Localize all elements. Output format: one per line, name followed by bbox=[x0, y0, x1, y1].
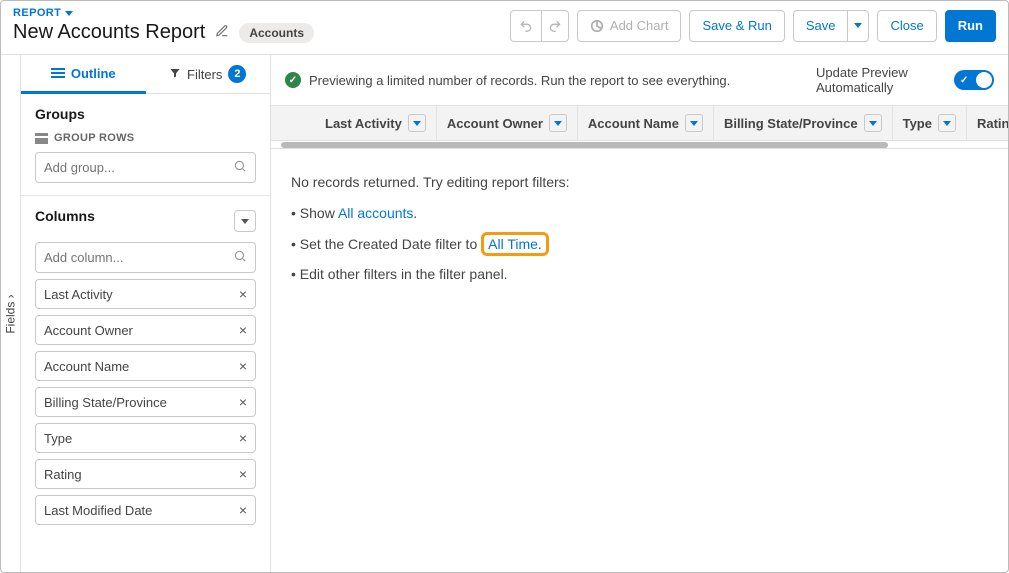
column-chip[interactable]: Account Owner × bbox=[35, 315, 256, 345]
column-chip[interactable]: Billing State/Province × bbox=[35, 387, 256, 417]
caret-down-icon bbox=[65, 11, 73, 16]
column-chip[interactable]: Last Activity × bbox=[35, 279, 256, 309]
report-type-breadcrumb[interactable]: REPORT bbox=[13, 7, 314, 19]
column-chip[interactable]: Type × bbox=[35, 423, 256, 453]
table-header-row: Last Activity Account Owner Account Name Bi… bbox=[271, 105, 1008, 141]
save-menu-button[interactable] bbox=[847, 10, 869, 42]
close-button[interactable]: Close bbox=[877, 10, 936, 42]
column-chip-label: Type bbox=[44, 431, 72, 446]
search-icon bbox=[233, 159, 247, 176]
tab-filters[interactable]: Filters 2 bbox=[146, 55, 271, 93]
remove-column-icon[interactable]: × bbox=[239, 358, 247, 374]
column-menu-button[interactable] bbox=[938, 114, 956, 132]
column-menu-button[interactable] bbox=[864, 114, 882, 132]
remove-column-icon[interactable]: × bbox=[239, 286, 247, 302]
remove-column-icon[interactable]: × bbox=[239, 502, 247, 518]
column-chip-label: Last Modified Date bbox=[44, 503, 152, 518]
columns-menu-button[interactable] bbox=[234, 210, 256, 232]
chevron-down-icon bbox=[241, 219, 249, 224]
auto-preview-toggle[interactable] bbox=[954, 70, 994, 90]
search-icon bbox=[233, 249, 247, 266]
preview-message: ✓ Previewing a limited number of records… bbox=[285, 72, 730, 88]
table-header[interactable]: Billing State/Province bbox=[714, 106, 893, 140]
fields-rail[interactable]: Fields › bbox=[1, 55, 21, 572]
add-chart-button[interactable]: Add Chart bbox=[577, 10, 682, 42]
redo-button[interactable] bbox=[541, 10, 569, 42]
empty-lead: No records returned. Try editing report … bbox=[291, 167, 988, 198]
filter-count-badge: 2 bbox=[228, 65, 246, 83]
save-run-button[interactable]: Save & Run bbox=[689, 10, 784, 42]
rows-icon bbox=[35, 133, 48, 144]
link-all-time[interactable]: All Time bbox=[488, 236, 538, 252]
link-all-accounts[interactable]: All accounts bbox=[338, 205, 413, 221]
undo-redo-group bbox=[510, 10, 569, 42]
save-button[interactable]: Save bbox=[793, 10, 848, 42]
horizontal-scrollbar[interactable] bbox=[271, 141, 1008, 149]
remove-column-icon[interactable]: × bbox=[239, 322, 247, 338]
remove-column-icon[interactable]: × bbox=[239, 466, 247, 482]
table-header[interactable]: Account Name bbox=[578, 106, 714, 140]
check-icon: ✓ bbox=[285, 72, 301, 88]
column-chip-label: Billing State/Province bbox=[44, 395, 167, 410]
group-rows-label: GROUP ROWS bbox=[35, 132, 256, 144]
empty-line-other: • Edit other filters in the filter panel… bbox=[291, 259, 988, 290]
table-header-label: Billing State/Province bbox=[724, 116, 858, 131]
column-chip[interactable]: Last Modified Date × bbox=[35, 495, 256, 525]
column-menu-button[interactable] bbox=[685, 114, 703, 132]
column-menu-button[interactable] bbox=[549, 114, 567, 132]
groups-title: Groups bbox=[35, 106, 256, 122]
column-chip-label: Rating bbox=[44, 467, 82, 482]
chevron-down-icon bbox=[413, 121, 421, 126]
outline-icon bbox=[51, 68, 65, 78]
table-header-label: Account Name bbox=[588, 116, 679, 131]
add-group-input[interactable] bbox=[44, 160, 227, 175]
table-header[interactable]: Account Owner bbox=[437, 106, 578, 140]
add-group-input-wrap[interactable] bbox=[35, 152, 256, 183]
column-menu-button[interactable] bbox=[408, 114, 426, 132]
add-column-input[interactable] bbox=[44, 250, 227, 265]
chevron-down-icon bbox=[690, 121, 698, 126]
column-chip-label: Last Activity bbox=[44, 287, 113, 302]
empty-line-date: • Set the Created Date filter to All Tim… bbox=[291, 229, 988, 260]
chart-icon bbox=[590, 19, 604, 33]
remove-column-icon[interactable]: × bbox=[239, 430, 247, 446]
table-header-label: Type bbox=[903, 116, 932, 131]
column-chip-label: Account Name bbox=[44, 359, 129, 374]
tab-outline[interactable]: Outline bbox=[21, 55, 146, 94]
table-header-label: Account Owner bbox=[447, 116, 543, 131]
columns-title: Columns bbox=[35, 208, 95, 224]
auto-preview-label: Update Preview Automatically bbox=[816, 65, 936, 95]
table-header-label: Last Activity bbox=[325, 116, 402, 131]
report-title: New Accounts Report bbox=[13, 21, 205, 44]
chevron-down-icon bbox=[854, 23, 862, 28]
edit-title-icon[interactable] bbox=[215, 24, 229, 41]
column-chip[interactable]: Rating × bbox=[35, 459, 256, 489]
empty-line-show: • Show All accounts. bbox=[291, 198, 988, 229]
undo-button[interactable] bbox=[510, 10, 541, 42]
column-chip-label: Account Owner bbox=[44, 323, 133, 338]
table-header[interactable]: Last Activity bbox=[315, 106, 437, 140]
object-badge: Accounts bbox=[239, 23, 314, 43]
chevron-down-icon bbox=[943, 121, 951, 126]
table-header-label: Rating bbox=[977, 116, 1008, 131]
table-header[interactable]: Type bbox=[893, 106, 967, 140]
chevron-down-icon bbox=[554, 121, 562, 126]
chevron-down-icon bbox=[869, 121, 877, 126]
add-column-input-wrap[interactable] bbox=[35, 242, 256, 273]
remove-column-icon[interactable]: × bbox=[239, 394, 247, 410]
column-chip[interactable]: Account Name × bbox=[35, 351, 256, 381]
fields-rail-label: Fields › bbox=[4, 294, 18, 333]
funnel-icon bbox=[169, 67, 181, 82]
crumb-label: REPORT bbox=[13, 7, 61, 19]
run-button[interactable]: Run bbox=[945, 10, 996, 42]
table-header[interactable]: Rating bbox=[967, 106, 1008, 140]
